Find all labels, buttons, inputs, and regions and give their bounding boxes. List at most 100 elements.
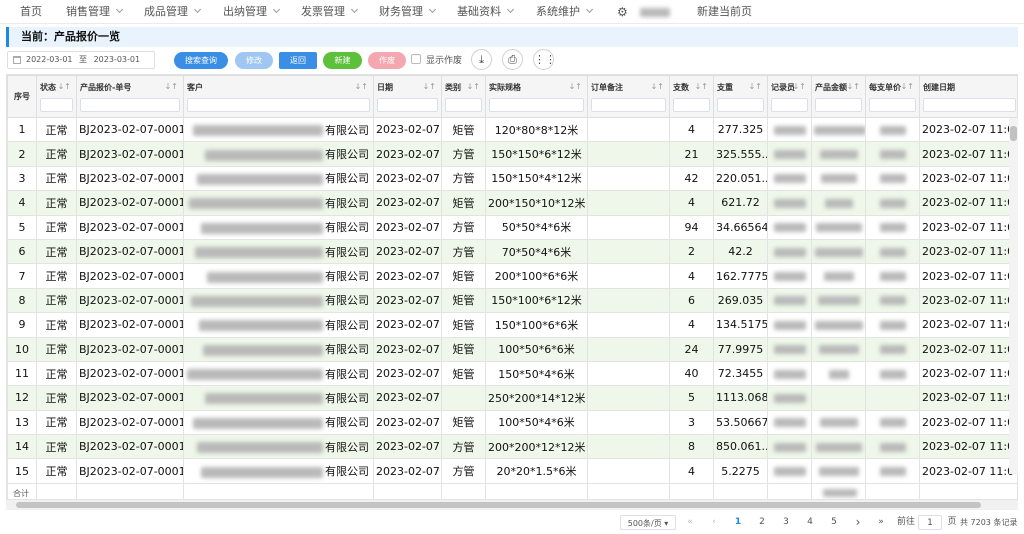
table-row[interactable]: 9 正常 BJ2023-02-07-0001 有限公司 2023-02-07 矩管 150*… <box>7 312 1017 338</box>
filter-input-customer[interactable] <box>187 98 370 112</box>
goto-page-input[interactable]: 1 <box>918 515 942 530</box>
filter-input-unit-price[interactable] <box>869 98 916 112</box>
col-header-qty[interactable]: 支数 ↓↑ <box>669 75 714 118</box>
page-2[interactable]: 2 <box>756 515 768 530</box>
edit-button[interactable]: 修改 <box>235 52 273 69</box>
col-header-spec[interactable]: 实际规格 ↓↑ <box>485 75 588 118</box>
table-row[interactable]: 10 正常 BJ2023-02-07-0001 有限公司 2023-02-07 矩管 100… <box>7 336 1017 362</box>
table-row[interactable]: 5 正常 BJ2023-02-07-0001 有限公司 2023-02-07 方管 50*5… <box>7 214 1017 240</box>
col-header-status[interactable]: 状态 ↓↑ <box>36 75 77 118</box>
table-row[interactable]: 3 正常 BJ2023-02-07-0001 有限公司 2023-02-07 方管 150*… <box>7 165 1017 192</box>
col-header-order-note[interactable]: 订单备注 ↓↑ <box>587 75 670 118</box>
cell-quote-no: BJ2023-02-07-0001 <box>76 287 184 314</box>
print-icon[interactable]: ⎙ <box>502 49 523 70</box>
nav-cashier[interactable]: 出纳管理 <box>223 0 281 24</box>
table-row[interactable]: 13 正常 BJ2023-02-07-0001 有限公司 2023-02-07 矩管 100… <box>7 409 1017 436</box>
filter-input-weight[interactable] <box>717 98 764 112</box>
search-button[interactable]: 搜索查询 <box>174 52 228 69</box>
sort-icon[interactable]: ↓↑ <box>901 82 914 91</box>
next-page-icon[interactable]: › <box>852 515 864 530</box>
page-3[interactable]: 3 <box>780 515 792 530</box>
table-row[interactable]: 2 正常 BJ2023-02-07-0001 有限公司 2023-02-07 方管 150*… <box>7 141 1017 167</box>
void-button[interactable]: 作废 <box>368 52 406 69</box>
sort-icon[interactable]: ↓↑ <box>423 82 436 91</box>
chevron-down-icon <box>193 5 202 14</box>
download-icon[interactable]: ⤓ <box>471 49 492 70</box>
filter-input-created[interactable] <box>923 98 1016 112</box>
sort-icon[interactable]: ↓↑ <box>847 82 860 91</box>
scroll-thumb[interactable] <box>1010 126 1017 141</box>
date-range-picker[interactable]: 2022-03-01 至 2023-03-01 <box>7 51 155 69</box>
nav-finance[interactable]: 财务管理 <box>379 0 437 24</box>
nav-products[interactable]: 成品管理 <box>144 0 202 24</box>
filter-input-quote-no[interactable] <box>80 98 180 112</box>
cell-category: 方管 <box>441 214 486 240</box>
table-row[interactable]: 6 正常 BJ2023-02-07-0001 有限公司 2023-02-07 方管 70*5… <box>7 238 1017 265</box>
page-5[interactable]: 5 <box>828 515 840 530</box>
col-header-customer[interactable]: 客户 ↓↑ <box>183 75 374 118</box>
prev-page-icon[interactable]: ‹ <box>708 515 720 530</box>
col-header-date[interactable]: 日期 ↓↑ <box>373 75 442 118</box>
customer-name-redacted <box>193 125 323 137</box>
cell-date: 2023-02-07 <box>373 312 442 338</box>
sort-icon[interactable]: ↓↑ <box>165 82 178 91</box>
col-header-quote-no[interactable]: 产品报价-单号 ↓↑ <box>76 75 184 118</box>
customer-name-redacted <box>197 173 323 185</box>
cell-amount-redacted <box>811 214 866 240</box>
table-row[interactable]: 11 正常 BJ2023-02-07-0001 有限公司 2023-02-07 矩管 150… <box>7 360 1017 387</box>
col-header-unit-price[interactable]: 每支单价 ↓↑ <box>865 75 920 118</box>
sort-icon[interactable]: ↓↑ <box>651 82 664 91</box>
filter-input-order-note[interactable] <box>591 98 666 112</box>
filter-input-status[interactable] <box>40 98 73 112</box>
table-row[interactable]: 12 正常 BJ2023-02-07-0001 有限公司 2023-02-07 250*2… <box>7 385 1017 411</box>
table-row[interactable]: 1 正常 BJ2023-02-07-0001 有限公司 2023-02-07 矩管 120*… <box>7 116 1017 143</box>
filter-input-amount[interactable] <box>815 98 862 112</box>
page-1[interactable]: 1 <box>732 515 744 530</box>
sort-icon[interactable]: ↓↑ <box>58 82 71 91</box>
cell-weight: 53.50667 <box>713 409 768 436</box>
filter-input-recorder[interactable] <box>771 98 808 112</box>
page-4[interactable]: 4 <box>804 515 816 530</box>
nav-system[interactable]: 系统维护 <box>536 0 594 24</box>
user-name-redacted[interactable] <box>640 0 670 24</box>
sort-icon[interactable]: ↓↑ <box>749 82 762 91</box>
cell-customer: 有限公司 <box>183 360 374 387</box>
sort-icon[interactable]: ↓↑ <box>355 82 368 91</box>
new-button[interactable]: 新建 <box>323 52 362 69</box>
filter-input-qty[interactable] <box>673 98 710 112</box>
cell-customer: 有限公司 <box>183 434 374 460</box>
col-header-created[interactable]: 创建日期 <box>919 75 1017 118</box>
filter-input-category[interactable] <box>445 98 482 112</box>
table-row[interactable]: 14 正常 BJ2023-02-07-0001 有限公司 2023-02-07 方管 200… <box>7 434 1017 460</box>
gear-icon[interactable]: ⚙ <box>617 0 628 24</box>
last-page-icon[interactable]: » <box>874 515 888 530</box>
back-button[interactable]: 返回 <box>279 52 317 69</box>
sort-icon[interactable]: ↓↑ <box>467 82 480 91</box>
filter-input-spec[interactable] <box>489 98 584 112</box>
show-void-checkbox[interactable] <box>411 54 421 64</box>
sort-icon[interactable]: ↓↑ <box>569 82 582 91</box>
nav-home[interactable]: 首页 <box>20 0 42 24</box>
filter-input-date[interactable] <box>377 98 438 112</box>
cell-order-note <box>587 190 670 216</box>
sort-icon[interactable]: ↓↑ <box>695 82 708 91</box>
table-row[interactable]: 8 正常 BJ2023-02-07-0001 有限公司 2023-02-07 矩管 150*… <box>7 287 1017 314</box>
table-row[interactable]: 7 正常 BJ2023-02-07-0001 有限公司 2023-02-07 矩管 200*… <box>7 263 1017 289</box>
table-row[interactable]: 4 正常 BJ2023-02-07-0001 有限公司 2023-02-07 矩管 200*… <box>7 190 1017 216</box>
nav-basic-data[interactable]: 基础资料 <box>457 0 515 24</box>
col-header-amount[interactable]: 产品金额 ↓↑ <box>811 75 866 118</box>
sort-icon[interactable]: ↓↑ <box>793 82 806 91</box>
first-page-icon[interactable]: « <box>684 515 696 530</box>
nav-invoice[interactable]: 发票管理 <box>301 0 359 24</box>
table-row[interactable]: 15 正常 BJ2023-02-07-0001 有限公司 2023-02-07 方管 20*… <box>7 458 1017 484</box>
page-size-select[interactable]: 500条/页 ▾ <box>620 515 676 530</box>
new-current-page-link[interactable]: 新建当前页 <box>697 0 752 24</box>
horizontal-scrollbar[interactable] <box>6 500 1018 510</box>
vertical-scrollbar[interactable] <box>1009 118 1018 474</box>
scroll-thumb[interactable] <box>16 502 981 508</box>
nav-sales[interactable]: 销售管理 <box>66 0 124 24</box>
col-header-category[interactable]: 类别 ↓↑ <box>441 75 486 118</box>
grid-icon[interactable]: ⋮⋮ <box>533 49 556 70</box>
col-header-weight[interactable]: 支重 ↓↑ <box>713 75 768 118</box>
col-header-recorder[interactable]: 记录员 ↓↑ <box>767 75 812 118</box>
